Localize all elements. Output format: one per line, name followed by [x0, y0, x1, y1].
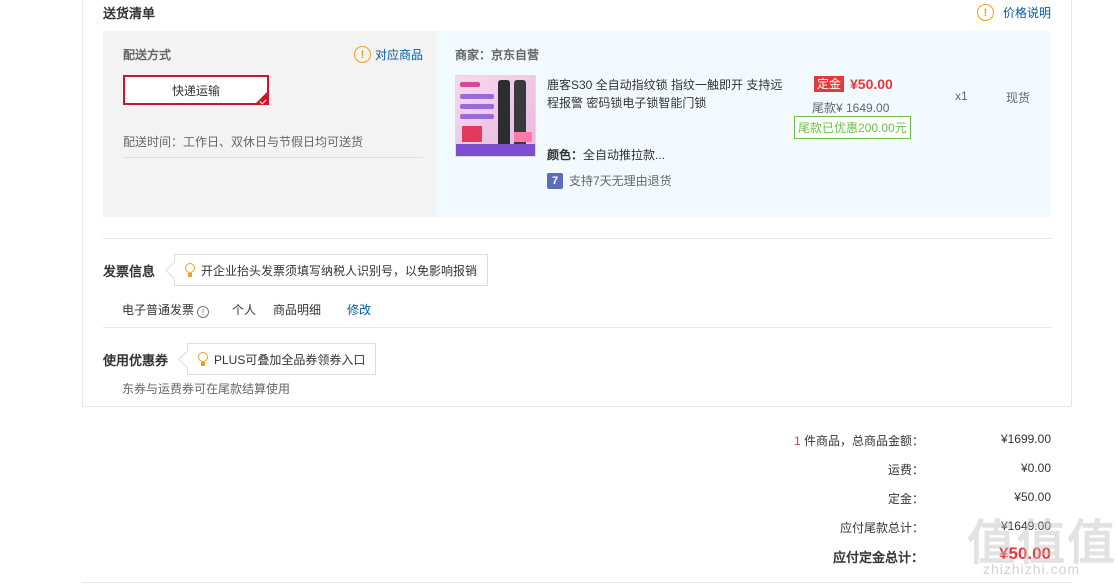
color-row: 颜色：全自动推拉款... [547, 146, 665, 163]
deposit-label: 定金： [887, 492, 924, 506]
invoice-tip: 开企业抬头发票须填写纳税人识别号，以免影响报销 [174, 254, 489, 286]
product-title-link[interactable]: 鹿客S30 全自动指纹锁 指纹一触即开 支持远 程报警 密码锁电子锁智能门锁 [547, 76, 782, 112]
lightbulb-icon [185, 263, 195, 277]
deposit-tag: 定金 [814, 76, 845, 92]
invoice-type: 电子普通发票! [122, 301, 210, 318]
invoice-type-label: 电子普通发票 [122, 303, 195, 317]
shipping-fee-label: 运费： [887, 463, 924, 477]
deposit-total-label: 应付定金总计： [832, 550, 924, 565]
stock-status: 现货 [1006, 91, 1031, 105]
product-thumbnail[interactable] [455, 75, 536, 157]
watermark-url: zhizhizhi.com [983, 561, 1081, 577]
match-products-link[interactable]: ! 对应商品 [354, 46, 423, 63]
invoice-tip-text: 开企业抬头发票须填写纳税人识别号，以免影响报销 [201, 263, 478, 278]
item-count-label: 1 件商品，总商品金额： [794, 432, 924, 449]
shipping-box: 配送方式 ! 对应商品 快递运输 配送时间：工作日、双休日与节假日均可送货 [103, 31, 436, 217]
seven-day-return-icon: 7 [547, 172, 563, 189]
quantity: x1 [955, 89, 968, 103]
price-info-label: 价格说明 [1003, 6, 1052, 20]
invoice-title: 发票信息 [103, 264, 156, 279]
return-policy-text: 支持7天无理由退货 [569, 174, 672, 188]
seller-box: 商家：京东自营 鹿客S30 全自动指纹锁 指纹一触即开 支持远 程报警 密码锁电… [436, 31, 1051, 217]
deposit-price-row: 定金 ¥50.00 [814, 76, 893, 92]
invoice-content: 商品明细 [273, 303, 322, 317]
info-icon[interactable]: ! [197, 306, 210, 318]
item-total-label: 件商品，总商品金额： [803, 434, 924, 448]
express-shipping-option[interactable]: 快递运输 [123, 75, 269, 105]
match-products-label: 对应商品 [375, 48, 424, 62]
coupon-tip-link[interactable]: PLUS可叠加全品券领券入口 [187, 343, 377, 375]
item-count: 1 [793, 434, 801, 448]
coupon-title: 使用优惠券 [103, 353, 169, 368]
invoice-edit-link[interactable]: 修改 [347, 301, 371, 318]
delivery-time-text: 配送时间：工作日、双休日与节假日均可送货 [123, 135, 364, 149]
lightbulb-icon [198, 352, 208, 366]
express-shipping-label: 快递运输 [171, 83, 220, 98]
coupon-tip-text: PLUS可叠加全品券领券入口 [214, 352, 366, 367]
divider [103, 327, 1051, 328]
balance-price: 尾款¥ 1649.00 [812, 101, 890, 115]
deposit-price: ¥50.00 [850, 76, 893, 92]
deposit-amount: ¥50.00 [1014, 490, 1051, 504]
balance-total-label: 应付尾款总计： [839, 521, 924, 535]
return-policy: 7 支持7天无理由退货 [547, 172, 672, 189]
shipping-fee-amount: ¥0.00 [1020, 461, 1051, 475]
warning-icon: ! [977, 4, 994, 21]
color-value: 全自动推拉款... [583, 148, 666, 162]
divider [123, 157, 423, 158]
divider [82, 582, 1072, 583]
item-total-amount: ¥1699.00 [1000, 432, 1051, 446]
coupon-note: 东券与运费券可在尾款结算使用 [122, 382, 291, 396]
invoice-holder: 个人 [232, 303, 257, 317]
balance-discount-badge: 尾款已优惠200.00元 [794, 116, 911, 139]
delivery-list-title: 送货清单 [103, 6, 156, 21]
product-title-line: 鹿客S30 全自动指纹锁 指纹一触即开 支持远 [547, 78, 783, 92]
seller-label: 商家：京东自营 [455, 48, 540, 62]
site-watermark: 值值值 zhizhizhi.com [967, 503, 1117, 583]
product-title-line: 程报警 密码锁电子锁智能门锁 [547, 96, 707, 110]
warning-icon: ! [354, 46, 371, 63]
price-info-link[interactable]: ! 价格说明 [977, 4, 1051, 21]
color-label: 颜色： [547, 148, 584, 162]
shipping-method-label: 配送方式 [123, 48, 172, 62]
divider [103, 238, 1051, 239]
